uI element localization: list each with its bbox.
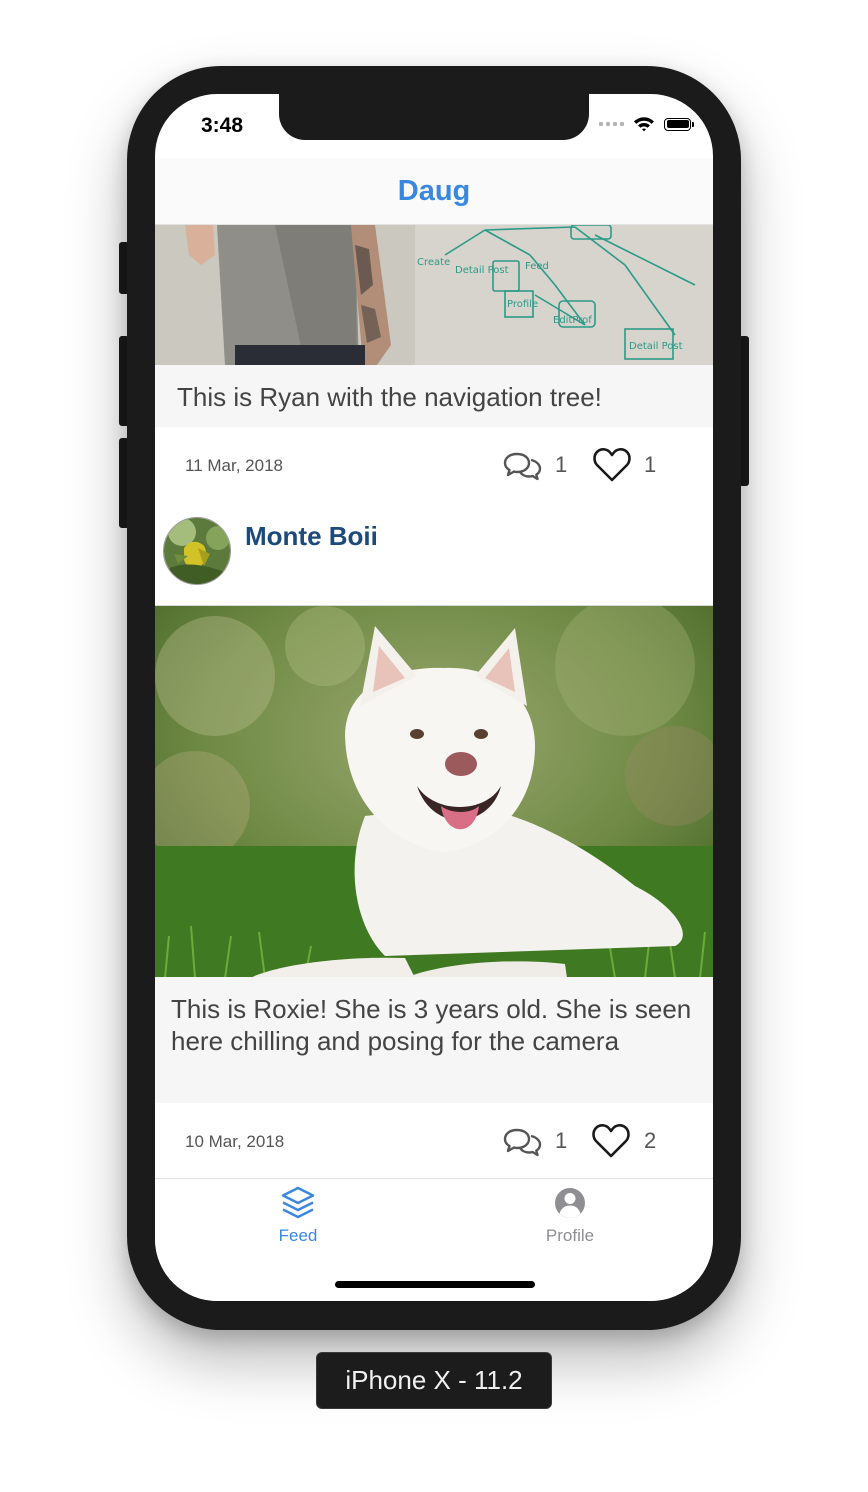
- post-photo[interactable]: Create Detail Post Feed Profile EditProf…: [155, 225, 713, 365]
- battery-icon: [664, 117, 694, 131]
- feed-list[interactable]: Create Detail Post Feed Profile EditProf…: [155, 225, 713, 1178]
- post-caption: This is Roxie! She is 3 years old. She i…: [155, 977, 713, 1103]
- cellular-signal-icon: [599, 122, 624, 126]
- status-icons: [599, 116, 694, 132]
- post-caption-text: This is Roxie! She is 3 years old. She i…: [171, 994, 692, 1056]
- whiteboard-word: Detail Post: [455, 265, 509, 276]
- status-time: 3:48: [201, 114, 244, 137]
- post-date: 10 Mar, 2018: [185, 1132, 285, 1151]
- navigation-bar: Daug: [155, 158, 713, 225]
- tab-profile[interactable]: Profile: [520, 1185, 620, 1246]
- like-count: 1: [644, 452, 657, 477]
- post-date: 11 Mar, 2018: [185, 456, 283, 475]
- phone-screen: 3:48 Daug Create Detail Post Feed Profil…: [155, 94, 713, 1301]
- tab-feed[interactable]: Feed: [248, 1185, 348, 1246]
- comment-icon[interactable]: [503, 1127, 543, 1157]
- whiteboard-word: Feed: [525, 261, 549, 272]
- dog-photo-art: [155, 606, 713, 978]
- post-photo[interactable]: [155, 605, 713, 978]
- tab-feed-label: Feed: [278, 1226, 318, 1245]
- whiteboard-word: Profile: [507, 299, 538, 310]
- post-meta-row: 10 Mar, 2018 1 2: [155, 1103, 713, 1178]
- device-label: iPhone X - 11.2: [316, 1352, 552, 1409]
- heart-icon[interactable]: [591, 1123, 631, 1159]
- post-header[interactable]: Monte Boii: [155, 503, 713, 606]
- home-indicator[interactable]: [335, 1281, 535, 1288]
- wifi-icon: [634, 117, 654, 132]
- nav-title: Daug: [397, 174, 471, 207]
- post-caption: This is Ryan with the navigation tree!: [155, 365, 713, 427]
- user-circle-icon: [555, 1188, 585, 1218]
- whiteboard-word: Create: [417, 257, 450, 268]
- notch: [279, 94, 589, 140]
- avatar-image: [164, 518, 230, 584]
- comment-icon[interactable]: [503, 451, 543, 481]
- tab-profile-label: Profile: [545, 1226, 595, 1245]
- post-caption-text: This is Ryan with the navigation tree!: [177, 382, 602, 412]
- like-count: 2: [644, 1128, 657, 1153]
- comment-count: 1: [555, 452, 568, 477]
- whiteboard-word: Detail Post: [629, 341, 683, 352]
- post-meta-row: 11 Mar, 2018 1 1: [155, 427, 713, 503]
- author-name[interactable]: Monte Boii: [245, 521, 378, 552]
- layers-icon: [281, 1186, 315, 1219]
- comment-count: 1: [555, 1128, 568, 1153]
- whiteboard-word: EditProf: [553, 315, 592, 326]
- avatar[interactable]: [163, 517, 231, 585]
- heart-icon[interactable]: [592, 447, 632, 483]
- whiteboard-photo-art: Create Detail Post Feed Profile EditProf…: [155, 225, 713, 365]
